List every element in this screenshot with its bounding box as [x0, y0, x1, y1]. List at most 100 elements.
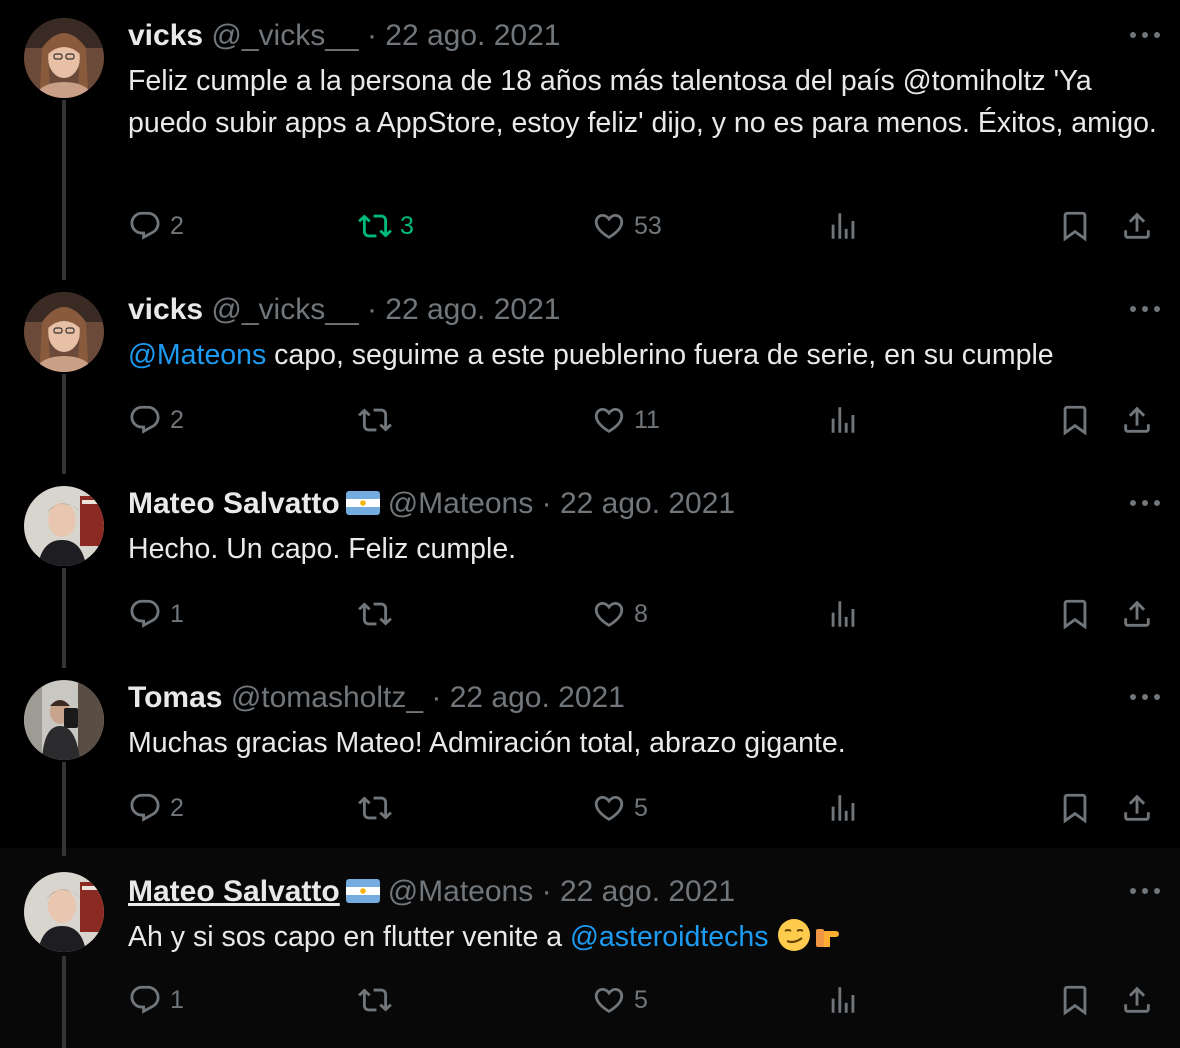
tweet-text: Hecho. Un capo. Feliz cumple.	[128, 533, 517, 565]
user-handle[interactable]: @Mateons	[388, 875, 534, 908]
user-name[interactable]: Tomas	[128, 681, 222, 714]
views-button[interactable]	[826, 592, 860, 636]
thread-connector	[62, 100, 66, 280]
user-handle[interactable]: @_vicks__	[211, 19, 358, 52]
tweet-text: Ah y si sos capo en flutter venite a @as…	[128, 916, 1158, 959]
more-icon[interactable]	[1128, 690, 1162, 704]
reply-count: 1	[170, 599, 184, 628]
thread-connector	[62, 956, 66, 1048]
views-icon	[826, 983, 860, 1017]
share-button[interactable]	[1120, 398, 1154, 442]
views-button[interactable]	[826, 204, 860, 248]
avatar[interactable]	[24, 486, 104, 566]
avatar[interactable]	[24, 18, 104, 98]
bookmark-icon	[1058, 983, 1092, 1017]
thread-connector	[62, 568, 66, 668]
share-button[interactable]	[1120, 204, 1154, 248]
like-count: 8	[634, 599, 648, 628]
tweet-actions: 2 5	[128, 786, 1168, 830]
bookmark-button[interactable]	[1058, 592, 1092, 636]
share-icon	[1120, 983, 1154, 1017]
like-button[interactable]: 8	[592, 592, 648, 636]
tweet-actions: 2 3 53	[128, 204, 1168, 248]
more-icon[interactable]	[1128, 884, 1162, 898]
share-icon	[1120, 597, 1154, 631]
retweet-button[interactable]	[358, 786, 392, 830]
bookmark-icon	[1058, 209, 1092, 243]
bookmark-button[interactable]	[1058, 204, 1092, 248]
reply-button[interactable]: 2	[128, 398, 184, 442]
avatar[interactable]	[24, 872, 104, 952]
share-icon	[1120, 791, 1154, 825]
mention-link[interactable]: @asteroidtechs	[570, 921, 768, 953]
tweet-header: vicks @_vicks__ · 22 ago. 2021	[128, 290, 560, 330]
tweet[interactable]: Tomas @tomasholtz_ · 22 ago. 2021 Muchas…	[0, 662, 1180, 848]
retweet-button[interactable]: 3	[358, 204, 414, 248]
mention-link[interactable]: @Mateons	[128, 339, 266, 371]
bookmark-button[interactable]	[1058, 978, 1092, 1022]
bookmark-button[interactable]	[1058, 398, 1092, 442]
separator: ·	[366, 293, 377, 326]
tweet-date[interactable]: 22 ago. 2021	[450, 681, 625, 714]
views-button[interactable]	[826, 398, 860, 442]
user-handle[interactable]: @Mateons	[388, 487, 534, 520]
bookmark-icon	[1058, 403, 1092, 437]
reply-button[interactable]: 2	[128, 204, 184, 248]
share-button[interactable]	[1120, 978, 1154, 1022]
user-name[interactable]: Mateo Salvatto	[128, 487, 340, 520]
bookmark-button[interactable]	[1058, 786, 1092, 830]
retweet-button[interactable]	[358, 398, 392, 442]
views-icon	[826, 209, 860, 243]
views-button[interactable]	[826, 786, 860, 830]
tweet-date[interactable]: 22 ago. 2021	[385, 19, 560, 52]
tweet-thread: vicks @_vicks__ · 22 ago. 2021 Feliz cum…	[0, 0, 1180, 1048]
heart-icon	[592, 983, 626, 1017]
tweet-actions: 1 8	[128, 592, 1168, 636]
user-handle[interactable]: @_vicks__	[211, 293, 358, 326]
like-count: 53	[634, 211, 662, 240]
tweet[interactable]: vicks @_vicks__ · 22 ago. 2021 @Mateons …	[0, 274, 1180, 474]
share-button[interactable]	[1120, 786, 1154, 830]
heart-icon	[592, 791, 626, 825]
tweet-header: vicks @_vicks__ · 22 ago. 2021	[128, 16, 560, 56]
like-button[interactable]: 53	[592, 204, 662, 248]
tweet[interactable]: vicks @_vicks__ · 22 ago. 2021 Feliz cum…	[0, 0, 1180, 280]
like-button[interactable]: 5	[592, 978, 648, 1022]
avatar[interactable]	[24, 680, 104, 760]
reply-button[interactable]: 1	[128, 592, 184, 636]
argentina-flag-icon	[346, 879, 380, 903]
like-count: 11	[634, 405, 660, 434]
separator: ·	[366, 19, 377, 52]
smirk-emoji-icon	[776, 917, 812, 953]
user-name[interactable]: Mateo Salvatto	[128, 875, 340, 908]
retweet-icon	[358, 597, 392, 631]
retweet-button[interactable]	[358, 592, 392, 636]
views-button[interactable]	[826, 978, 860, 1022]
tweet-date[interactable]: 22 ago. 2021	[385, 293, 560, 326]
like-button[interactable]: 11	[592, 398, 660, 442]
share-button[interactable]	[1120, 592, 1154, 636]
avatar[interactable]	[24, 292, 104, 372]
more-icon[interactable]	[1128, 28, 1162, 42]
more-icon[interactable]	[1128, 496, 1162, 510]
tweet-date[interactable]: 22 ago. 2021	[560, 487, 735, 520]
user-name[interactable]: vicks	[128, 293, 203, 326]
like-count: 5	[634, 793, 648, 822]
reply-button[interactable]: 2	[128, 786, 184, 830]
tweet-text-body: Ah y si sos capo en flutter venite a	[128, 921, 570, 953]
retweet-button[interactable]	[358, 978, 392, 1022]
tweet-date[interactable]: 22 ago. 2021	[560, 875, 735, 908]
tweet-header: Tomas @tomasholtz_ · 22 ago. 2021	[128, 678, 625, 718]
user-name[interactable]: vicks	[128, 19, 203, 52]
tweet-text-body: capo, seguime a este pueblerino fuera de…	[266, 339, 1054, 371]
user-handle[interactable]: @tomasholtz_	[231, 681, 423, 714]
tweet-header: Mateo Salvatto @Mateons · 22 ago. 2021	[128, 484, 735, 524]
tweet[interactable]: Mateo Salvatto @Mateons · 22 ago. 2021 He…	[0, 468, 1180, 668]
retweet-count: 3	[400, 211, 414, 240]
reply-icon	[128, 983, 162, 1017]
like-button[interactable]: 5	[592, 786, 648, 830]
tweet[interactable]: Mateo Salvatto @Mateons · 22 ago. 2021 Ah…	[0, 848, 1180, 1048]
reply-button[interactable]: 1	[128, 978, 184, 1022]
share-icon	[1120, 403, 1154, 437]
more-icon[interactable]	[1128, 302, 1162, 316]
